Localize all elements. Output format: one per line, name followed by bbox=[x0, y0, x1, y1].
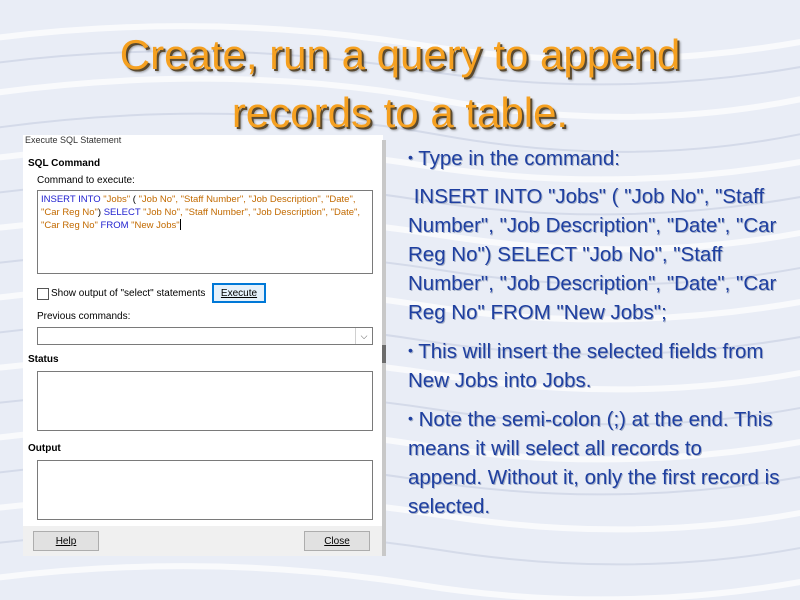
bullet-2-text: This will insert the selected fields fro… bbox=[408, 340, 764, 392]
bullet-dot-icon: • bbox=[408, 410, 413, 426]
sql-command-heading: SQL Command bbox=[28, 158, 101, 169]
previous-commands-label: Previous commands: bbox=[37, 311, 131, 322]
close-button[interactable]: Close bbox=[304, 531, 370, 551]
bullet-list: • Type in the command: INSERT INTO "Jobs… bbox=[408, 143, 780, 530]
sql-select-keyword: SELECT bbox=[103, 207, 141, 218]
bullet-dot-icon: • bbox=[408, 149, 413, 165]
bullet-1: • Type in the command: bbox=[408, 143, 780, 173]
execute-button-label: Execute bbox=[220, 288, 258, 299]
sql-table-jobs: "Jobs" bbox=[103, 194, 131, 205]
output-heading: Output bbox=[28, 443, 61, 454]
bullet-1-command: INSERT INTO "Jobs" ( "Job No", "Staff Nu… bbox=[408, 182, 780, 327]
sql-from-keyword: FROM bbox=[97, 220, 132, 231]
dialog-title: Execute SQL Statement bbox=[25, 135, 122, 145]
show-output-label: Show output of "select" statements bbox=[51, 288, 206, 299]
show-output-checkbox[interactable] bbox=[37, 288, 49, 300]
status-heading: Status bbox=[28, 354, 59, 365]
bullet-2: • This will insert the selected fields f… bbox=[408, 336, 780, 395]
execute-button[interactable]: Execute bbox=[212, 283, 266, 303]
slide-title-line-1: Create, run a query to append bbox=[119, 31, 681, 78]
close-button-label: Close bbox=[324, 536, 350, 547]
command-to-execute-label: Command to execute: bbox=[37, 175, 135, 186]
slide-title-line-2: records to a table. bbox=[231, 89, 569, 136]
sql-table-new-jobs: "New Jobs" bbox=[131, 220, 180, 231]
help-button[interactable]: Help bbox=[33, 531, 99, 551]
previous-commands-dropdown[interactable]: ⌵ bbox=[37, 327, 373, 345]
sql-insert-keyword: INSERT INTO bbox=[41, 194, 101, 205]
execute-sql-dialog: Execute SQL Statement SQL Command Comman… bbox=[23, 135, 383, 556]
dialog-footer: Help Close bbox=[23, 526, 383, 556]
bullet-3: • Note the semi-colon (;) at the end. Th… bbox=[408, 404, 780, 521]
output-box bbox=[37, 460, 373, 520]
text-caret bbox=[179, 219, 181, 230]
chevron-down-icon[interactable]: ⌵ bbox=[355, 328, 372, 344]
bullet-3-text: Note the semi-colon (;) at the end. This… bbox=[408, 408, 780, 518]
sql-command-textarea[interactable]: INSERT INTO "Jobs" ( "Job No", "Staff Nu… bbox=[37, 190, 373, 274]
bullet-1-command-text: INSERT INTO "Jobs" ( "Job No", "Staff Nu… bbox=[408, 185, 777, 324]
status-box bbox=[37, 371, 373, 431]
bullet-dot-icon: • bbox=[408, 342, 413, 358]
bullet-1-text: Type in the command: bbox=[418, 147, 620, 170]
help-button-label: Help bbox=[55, 536, 77, 547]
sql-open-paren: ( bbox=[130, 194, 139, 205]
dialog-scrollbar-thumb[interactable] bbox=[382, 345, 386, 363]
